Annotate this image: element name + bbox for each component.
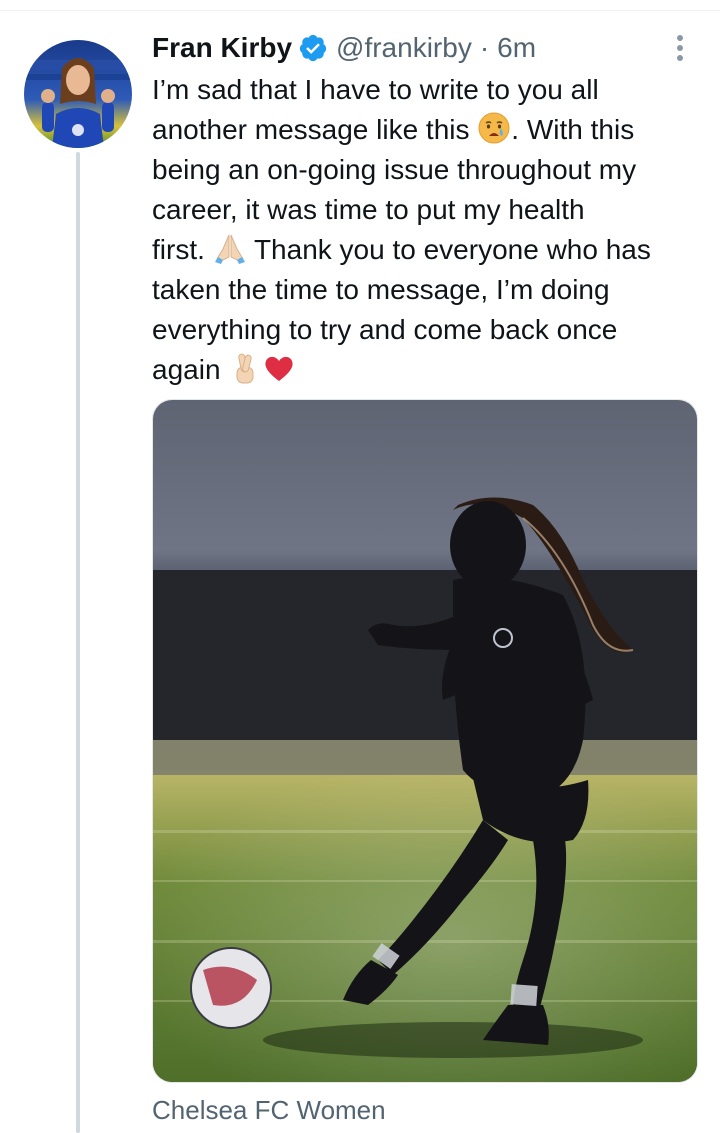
- red-heart-emoji-icon: [262, 351, 296, 385]
- media-caption[interactable]: Chelsea FC Women: [152, 1095, 386, 1126]
- header-separator: ·: [479, 32, 490, 63]
- tweet-text: I’m sad that I have to write to you all …: [152, 70, 704, 390]
- tweet-text-line: career, it was time to put my health: [152, 194, 585, 225]
- tweet-text-segment: another message like this: [152, 114, 470, 145]
- folded-hands-emoji-icon: [213, 231, 247, 265]
- author-avatar[interactable]: [24, 40, 132, 148]
- author-display-name[interactable]: Fran Kirby: [152, 32, 292, 64]
- photo-footballer-kicking-ball-icon: [153, 400, 697, 1082]
- more-vertical-icon: [677, 35, 683, 61]
- tweet-text-line: again: [152, 350, 704, 390]
- tweet-text-line: another message like this . With this: [152, 110, 704, 150]
- avatar-photo-icon: [24, 40, 132, 148]
- verified-badge-icon: [298, 33, 328, 63]
- tweet-text-line: everything to try and come back once: [152, 314, 618, 345]
- tweet-header: Fran Kirby @frankirby · 6m: [152, 28, 536, 68]
- crossed-fingers-emoji-icon: [228, 351, 262, 385]
- tweet-timestamp[interactable]: 6m: [497, 32, 536, 64]
- tweet-text-line: taken the time to message, I’m doing: [152, 274, 610, 305]
- thread-connector-line: [76, 152, 80, 1133]
- author-handle[interactable]: @frankirby: [336, 32, 472, 64]
- tweet-text-segment: again: [152, 354, 221, 385]
- tweet-text-segment: . With this: [511, 114, 635, 145]
- tweet-text-line: being an on-going issue throughout my: [152, 154, 637, 185]
- top-divider: [0, 10, 720, 11]
- tweet-text-line: first. Thank you to everyone who has: [152, 230, 704, 270]
- crying-face-emoji-icon: [477, 111, 511, 145]
- tweet-media-photo[interactable]: [152, 399, 698, 1083]
- more-options-button[interactable]: [664, 30, 696, 66]
- tweet-text-segment: first.: [152, 234, 205, 265]
- tweet-text-segment: Thank you to everyone who has: [253, 234, 651, 265]
- tweet-text-line: I’m sad that I have to write to you all: [152, 74, 599, 105]
